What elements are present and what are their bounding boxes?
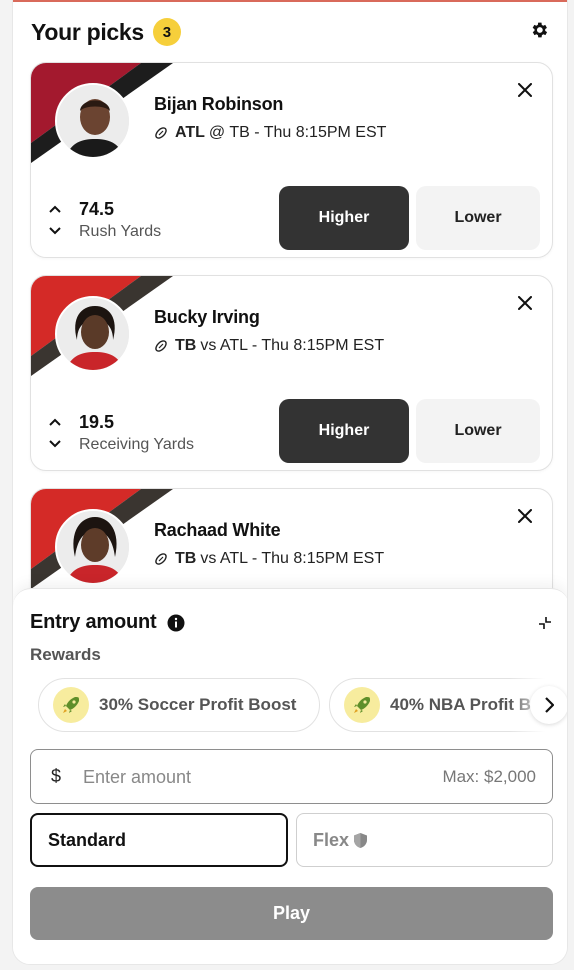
play-button[interactable]: Play [30,887,553,940]
flex-mode-button[interactable]: Flex [296,813,553,867]
chevron-up-icon[interactable] [47,414,63,430]
rewards-carousel: 30% Soccer Profit Boost 40% NBA Profit B… [38,678,567,732]
avatar [55,509,131,585]
team-abbreviation: TB [175,550,197,567]
entry-amount-field: $ Max: $2,000 [30,749,553,804]
matchup-text: vs ATL - Thu 8:15PM EST [200,550,385,567]
rewards-label: Rewards [30,645,101,664]
line-adjuster [47,201,63,241]
team-abbreviation: TB [175,337,197,354]
game-info: ATL @ TB - Thu 8:15PM EST [154,124,386,142]
entry-amount-title: Entry amount [30,611,157,633]
chevron-down-icon[interactable] [47,436,63,452]
projection-line: 19.5 [79,412,115,432]
avatar [55,296,131,372]
player-name: Bucky Irving [154,307,260,327]
matchup-text: @ TB - Thu 8:15PM EST [208,124,387,141]
team-abbreviation: ATL [175,124,205,141]
rocket-icon [53,687,89,723]
gear-icon[interactable] [527,18,551,42]
entry-amount-heading: Entry amount [30,611,185,634]
reward-chip[interactable]: 30% Soccer Profit Boost [38,678,320,732]
projection-line: 74.5 [79,199,115,219]
entry-amount-panel: Entry amount Rewards 30% Soccer Profit B… [13,588,567,964]
stat-type: Receiving Yards [79,436,195,453]
collapse-icon[interactable] [535,613,555,633]
close-icon[interactable] [514,79,536,101]
higher-button[interactable]: Higher [279,186,409,250]
football-icon [154,339,168,353]
standard-mode-button[interactable]: Standard [30,813,288,867]
player-name: Bijan Robinson [154,94,284,114]
picks-count-badge: 3 [152,18,181,46]
football-icon [154,126,168,140]
shield-icon [353,832,368,849]
player-name: Rachaad White [154,520,281,540]
page-title: Your picks [31,18,144,45]
pick-card: Bijan Robinson ATL @ TB - Thu 8:15PM EST… [30,62,553,258]
game-info: TB vs ATL - Thu 8:15PM EST [154,550,384,568]
higher-button[interactable]: Higher [279,399,409,463]
amount-input[interactable] [83,758,383,796]
picks-panel: Your picks 3 Bijan Robinson ATL @ TB - T… [12,0,568,965]
line-adjuster [47,414,63,454]
top-accent-line [13,0,567,2]
picks-header: Your picks 3 [31,16,551,48]
close-icon[interactable] [514,505,536,527]
max-amount-label: Max: $2,000 [442,767,536,786]
lower-button[interactable]: Lower [416,399,540,463]
reward-label: 30% Soccer Profit Boost [99,695,297,714]
info-icon[interactable] [167,614,185,632]
game-info: TB vs ATL - Thu 8:15PM EST [154,337,384,355]
football-icon [154,552,168,566]
projection: 19.5 Receiving Yards [47,408,267,458]
rocket-icon [344,687,380,723]
chevron-up-icon[interactable] [47,201,63,217]
matchup-text: vs ATL - Thu 8:15PM EST [200,337,385,354]
pick-card: Bucky Irving TB vs ATL - Thu 8:15PM EST … [30,275,553,471]
chevron-right-icon[interactable] [530,686,567,724]
stat-type: Rush Yards [79,223,162,240]
lower-button[interactable]: Lower [416,186,540,250]
chevron-down-icon[interactable] [47,223,63,239]
close-icon[interactable] [514,292,536,314]
flex-mode-label: Flex [313,829,350,850]
avatar [55,83,131,159]
standard-mode-label: Standard [48,829,127,850]
currency-symbol: $ [51,766,62,786]
projection: 74.5 Rush Yards [47,195,267,245]
